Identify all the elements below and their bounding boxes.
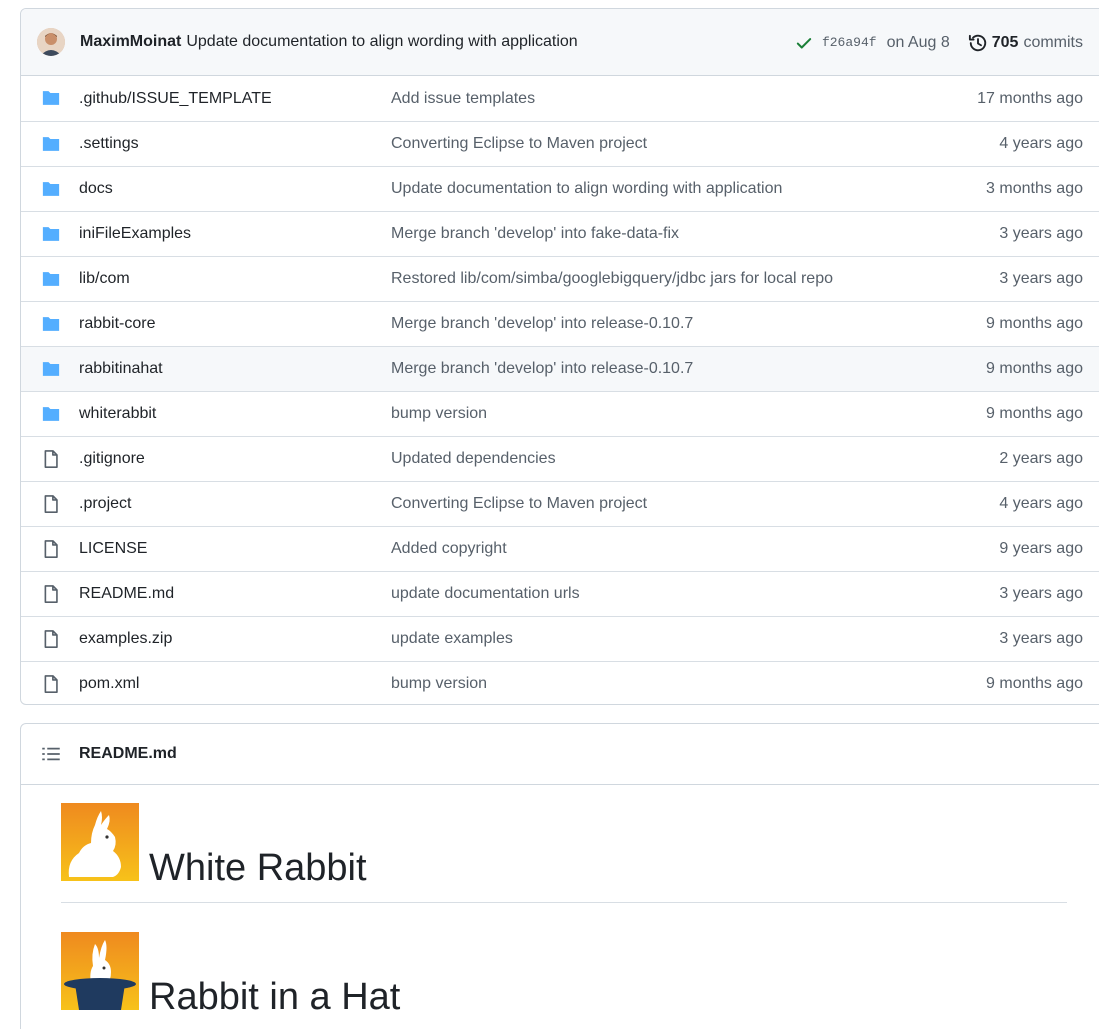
file-name-link[interactable]: rabbit-core	[79, 315, 155, 333]
readme-heading-text: White Rabbit	[149, 847, 367, 889]
white-rabbit-logo-icon	[61, 803, 139, 881]
file-icon	[44, 675, 58, 693]
file-name-link[interactable]: rabbitinahat	[79, 360, 163, 378]
table-row[interactable]: LICENSE Added copyright 9 years ago	[21, 526, 1099, 571]
file-commit-message-link[interactable]: Updated dependencies	[391, 450, 556, 468]
folder-icon	[42, 362, 60, 376]
folder-icon	[42, 182, 60, 196]
file-commit-message-link[interactable]: Converting Eclipse to Maven project	[391, 495, 647, 513]
file-name-link[interactable]: .settings	[79, 135, 139, 153]
file-age: 9 years ago	[999, 540, 1083, 557]
file-name-link[interactable]: whiterabbit	[79, 405, 156, 423]
folder-icon	[42, 272, 60, 286]
file-age: 4 years ago	[999, 495, 1083, 512]
file-commit-message-link[interactable]: update documentation urls	[391, 585, 580, 603]
file-commit-message-link[interactable]: Add issue templates	[391, 90, 535, 108]
file-age: 9 months ago	[986, 360, 1083, 377]
folder-icon	[42, 407, 60, 421]
table-row[interactable]: lib/com Restored lib/com/simba/googlebig…	[21, 256, 1099, 301]
file-name-link[interactable]: LICENSE	[79, 540, 147, 558]
table-row[interactable]: examples.zip update examples 3 years ago	[21, 616, 1099, 661]
file-commit-message-link[interactable]: Merge branch 'develop' into fake-data-fi…	[391, 225, 679, 243]
file-name-link[interactable]: .github/ISSUE_TEMPLATE	[79, 90, 272, 108]
file-commit-message-link[interactable]: bump version	[391, 405, 487, 423]
file-name-link[interactable]: .project	[79, 495, 131, 513]
commit-sha[interactable]: f26a94f	[822, 35, 877, 50]
file-name-link[interactable]: examples.zip	[79, 630, 172, 648]
avatar[interactable]	[37, 28, 65, 56]
table-row[interactable]: .gitignore Updated dependencies 2 years …	[21, 436, 1099, 481]
file-age: 9 months ago	[986, 405, 1083, 422]
file-name-link[interactable]: .gitignore	[79, 450, 145, 468]
folder-icon	[42, 317, 60, 331]
file-name-link[interactable]: docs	[79, 180, 113, 198]
file-commit-message-link[interactable]: Merge branch 'develop' into release-0.10…	[391, 315, 693, 333]
file-commit-message-link[interactable]: Converting Eclipse to Maven project	[391, 135, 647, 153]
readme-heading-white-rabbit: White Rabbit	[61, 803, 1067, 903]
file-commit-message-link[interactable]: Update documentation to align wording wi…	[391, 180, 782, 198]
latest-commit-bar: MaximMoinat Update documentation to alig…	[21, 9, 1099, 76]
file-icon	[44, 540, 58, 558]
file-commit-message-link[interactable]: Restored lib/com/simba/googlebigquery/jd…	[391, 270, 833, 288]
file-age: 3 months ago	[986, 180, 1083, 197]
folder-icon	[42, 137, 60, 151]
file-age: 17 months ago	[977, 89, 1083, 107]
file-commit-message-link[interactable]: update examples	[391, 630, 513, 648]
file-age: 2 years ago	[999, 450, 1083, 467]
commit-date[interactable]: on Aug 8	[887, 34, 950, 52]
readme-heading-rabbit-in-a-hat: Rabbit in a Hat	[61, 932, 1067, 1029]
table-row[interactable]: .project Converting Eclipse to Maven pro…	[21, 481, 1099, 526]
commit-meta: f26a94f on Aug 8 705 commits	[795, 9, 1083, 76]
table-row[interactable]: .github/ISSUE_TEMPLATE Add issue templat…	[21, 76, 1099, 121]
commit-count: 705	[991, 33, 1019, 51]
file-name-link[interactable]: README.md	[79, 585, 174, 603]
file-age: 3 years ago	[999, 225, 1083, 242]
file-commit-message-link[interactable]: Merge branch 'develop' into release-0.10…	[391, 360, 693, 378]
file-icon	[44, 630, 58, 648]
file-list: .github/ISSUE_TEMPLATE Add issue templat…	[21, 76, 1099, 704]
file-name-link[interactable]: lib/com	[79, 270, 130, 288]
file-name-link[interactable]: iniFileExamples	[79, 225, 191, 243]
commit-message[interactable]: Update documentation to align wording wi…	[186, 33, 577, 51]
check-icon[interactable]	[795, 34, 813, 52]
folder-icon	[42, 227, 60, 241]
folder-icon	[42, 91, 60, 105]
file-age: 4 years ago	[999, 135, 1083, 152]
readme-header: README.md	[21, 724, 1099, 785]
file-icon	[44, 450, 58, 468]
table-row[interactable]: docs Update documentation to align wordi…	[21, 166, 1099, 211]
file-browser: MaximMoinat Update documentation to alig…	[20, 8, 1099, 705]
readme-title[interactable]: README.md	[79, 745, 177, 763]
file-age: 3 years ago	[999, 585, 1083, 602]
file-age: 3 years ago	[999, 270, 1083, 287]
file-icon	[44, 585, 58, 603]
table-row[interactable]: rabbitinahat Merge branch 'develop' into…	[21, 346, 1099, 391]
commit-count-label: commits	[1023, 33, 1083, 51]
table-row[interactable]: README.md update documentation urls 3 ye…	[21, 571, 1099, 616]
commit-author[interactable]: MaximMoinat	[80, 33, 181, 51]
file-age: 9 months ago	[986, 315, 1083, 332]
file-age: 9 months ago	[986, 675, 1083, 692]
file-age: 3 years ago	[999, 630, 1083, 647]
file-icon	[44, 495, 58, 513]
history-icon	[968, 34, 986, 51]
table-row[interactable]: .settings Converting Eclipse to Maven pr…	[21, 121, 1099, 166]
readme-panel: README.md White Rabbit Rabbit in a Hat	[20, 723, 1099, 1029]
readme-heading-text: Rabbit in a Hat	[149, 976, 401, 1018]
table-row[interactable]: iniFileExamples Merge branch 'develop' i…	[21, 211, 1099, 256]
rabbit-in-a-hat-logo-icon	[61, 932, 139, 1010]
file-name-link[interactable]: pom.xml	[79, 675, 139, 693]
commits-link[interactable]: 705 commits	[968, 33, 1083, 53]
table-row[interactable]: rabbit-core Merge branch 'develop' into …	[21, 301, 1099, 346]
table-row[interactable]: whiterabbit bump version 9 months ago	[21, 391, 1099, 436]
file-commit-message-link[interactable]: bump version	[391, 675, 487, 693]
table-row[interactable]: pom.xml bump version 9 months ago	[21, 661, 1099, 704]
file-commit-message-link[interactable]: Added copyright	[391, 540, 507, 558]
outline-list-icon[interactable]	[41, 744, 61, 764]
